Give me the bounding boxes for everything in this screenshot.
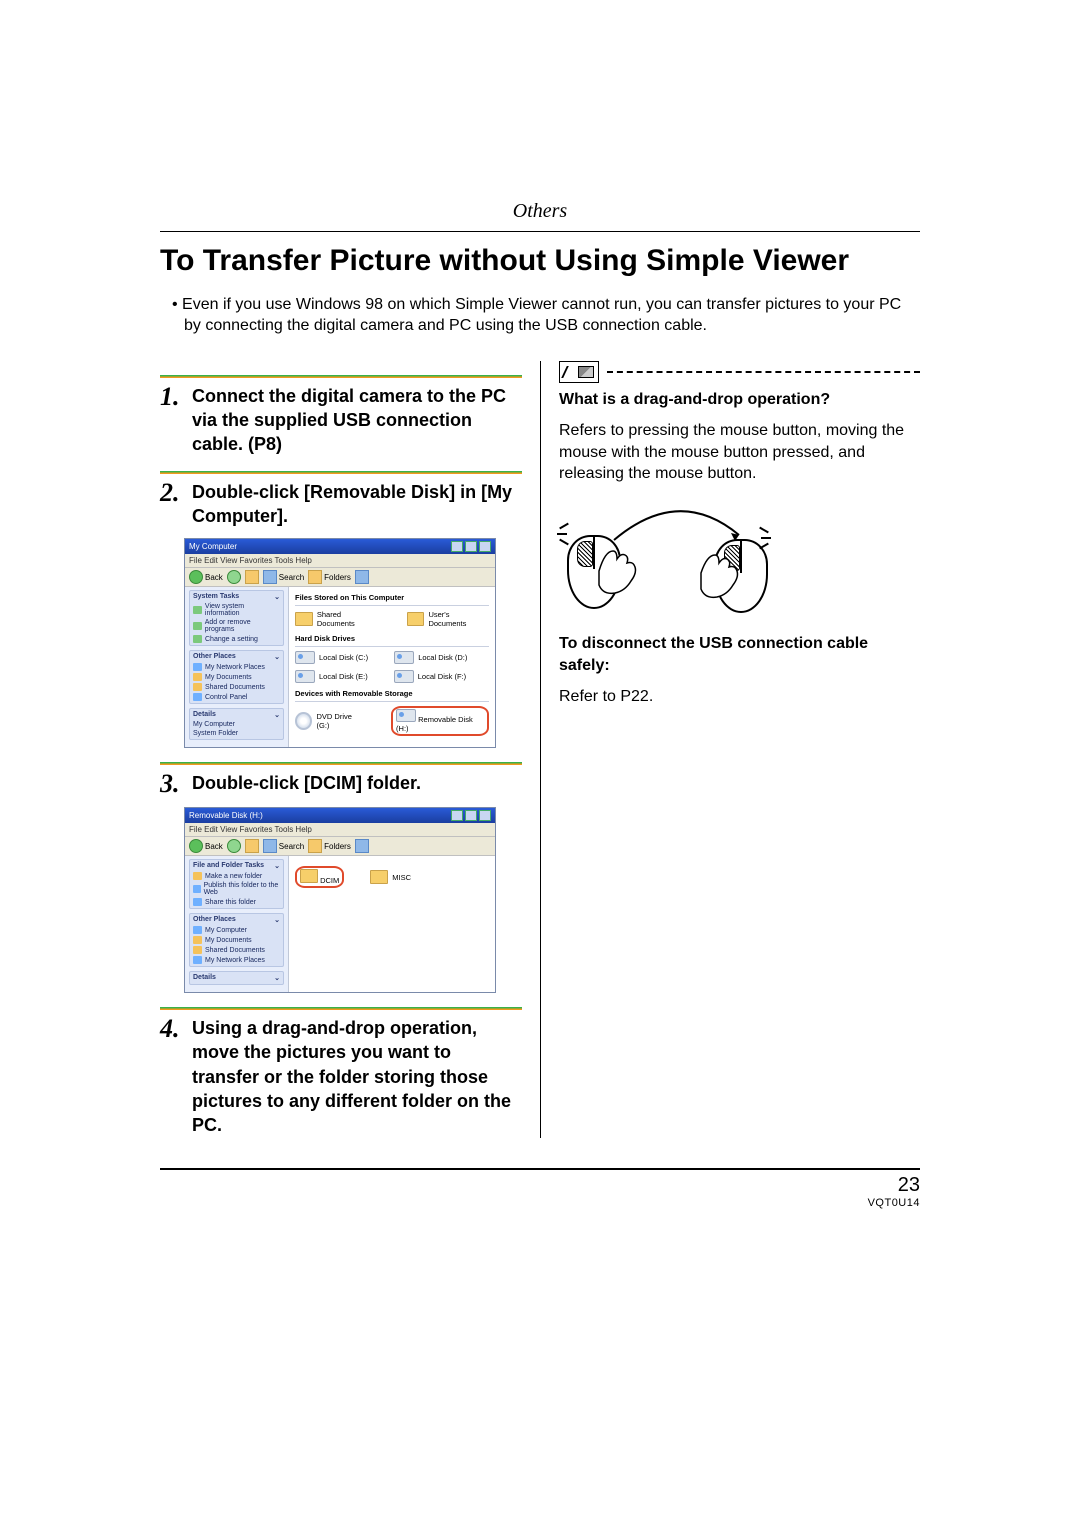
- rule-top: [160, 231, 920, 232]
- window-title: Removable Disk (H:): [189, 811, 263, 820]
- toolbar-folders: Folders: [324, 573, 351, 582]
- step-number: 2: [160, 480, 182, 506]
- window-controls: [451, 541, 491, 552]
- dash-line: [607, 371, 920, 373]
- explorer-content: Files Stored on This Computer Shared Doc…: [289, 587, 495, 747]
- note-header: [559, 361, 920, 383]
- disconnect-body: Refer to P22.: [559, 686, 920, 708]
- page-number: 23: [898, 1174, 920, 1197]
- document-code: VQT0U14: [868, 1197, 920, 1209]
- step-2: 2 Double-click [Removable Disk] in [My C…: [160, 480, 522, 529]
- step-divider: [160, 471, 522, 474]
- toolbar: Back Search Folders: [185, 568, 495, 587]
- explorer-content: DCIM MISC: [289, 856, 495, 992]
- dcim-highlight: DCIM: [295, 866, 344, 888]
- intro-text: Even if you use Windows 98 on which Simp…: [182, 296, 901, 335]
- step-divider: [160, 762, 522, 765]
- right-column: What is a drag-and-drop operation? Refer…: [540, 361, 920, 1138]
- note-icon: [559, 361, 599, 383]
- page-title: To Transfer Picture without Using Simple…: [160, 242, 920, 280]
- window-titlebar: Removable Disk (H:): [185, 808, 495, 823]
- mouse-drag-illustration: [559, 495, 779, 615]
- section-label: Others: [160, 200, 920, 223]
- footer-rule: [160, 1168, 920, 1170]
- step-divider: [160, 1007, 522, 1010]
- step-text: Double-click [DCIM] folder.: [192, 771, 421, 795]
- bullet: •: [172, 296, 182, 313]
- intro-paragraph: • Even if you use Windows 98 on which Si…: [184, 294, 920, 337]
- press-lines-icon: [759, 529, 781, 551]
- toolbar-search: Search: [279, 573, 304, 582]
- tasks-sidebar: File and Folder Tasks⌄ Make a new folder…: [185, 856, 289, 992]
- hand-icon: [689, 545, 749, 605]
- press-lines-icon: [559, 525, 581, 547]
- step-number: 1: [160, 384, 182, 410]
- drag-drop-answer: Refers to pressing the mouse button, mov…: [559, 420, 920, 485]
- step-number: 3: [160, 771, 182, 797]
- screenshot-my-computer: My Computer File Edit View Favorites Too…: [184, 538, 496, 748]
- step-number: 4: [160, 1016, 182, 1042]
- forward-icon: [227, 570, 241, 584]
- tasks-sidebar: System Tasks⌄ View system information Ad…: [185, 587, 289, 747]
- window-controls: [451, 810, 491, 821]
- window-title: My Computer: [189, 542, 237, 551]
- two-column-layout: 1 Connect the digital camera to the PC v…: [160, 361, 920, 1138]
- hand-icon: [589, 541, 649, 601]
- menu-bar: File Edit View Favorites Tools Help: [185, 823, 495, 837]
- screenshot-removable-disk: Removable Disk (H:) File Edit View Favor…: [184, 807, 496, 993]
- menu-bar: File Edit View Favorites Tools Help: [185, 554, 495, 568]
- left-column: 1 Connect the digital camera to the PC v…: [160, 361, 540, 1138]
- toolbar-back: Back: [205, 573, 223, 582]
- step-text: Double-click [Removable Disk] in [My Com…: [192, 480, 522, 529]
- manual-page: Others To Transfer Picture without Using…: [160, 200, 920, 1209]
- disconnect-heading: To disconnect the USB connection cable s…: [559, 633, 920, 676]
- step-4: 4 Using a drag-and-drop operation, move …: [160, 1016, 522, 1137]
- drag-arc-icon: [609, 495, 749, 545]
- window-titlebar: My Computer: [185, 539, 495, 554]
- up-icon: [245, 570, 259, 584]
- removable-disk-highlight: Removable Disk (H:): [391, 706, 489, 736]
- views-icon: [355, 570, 369, 584]
- step-text: Connect the digital camera to the PC via…: [192, 384, 522, 457]
- step-3: 3 Double-click [DCIM] folder.: [160, 771, 522, 797]
- toolbar: Back Search Folders: [185, 837, 495, 856]
- drag-drop-question: What is a drag-and-drop operation?: [559, 389, 920, 411]
- step-1: 1 Connect the digital camera to the PC v…: [160, 384, 522, 457]
- page-footer: 23 VQT0U14: [160, 1174, 920, 1209]
- step-text: Using a drag-and-drop operation, move th…: [192, 1016, 522, 1137]
- step-divider: [160, 375, 522, 378]
